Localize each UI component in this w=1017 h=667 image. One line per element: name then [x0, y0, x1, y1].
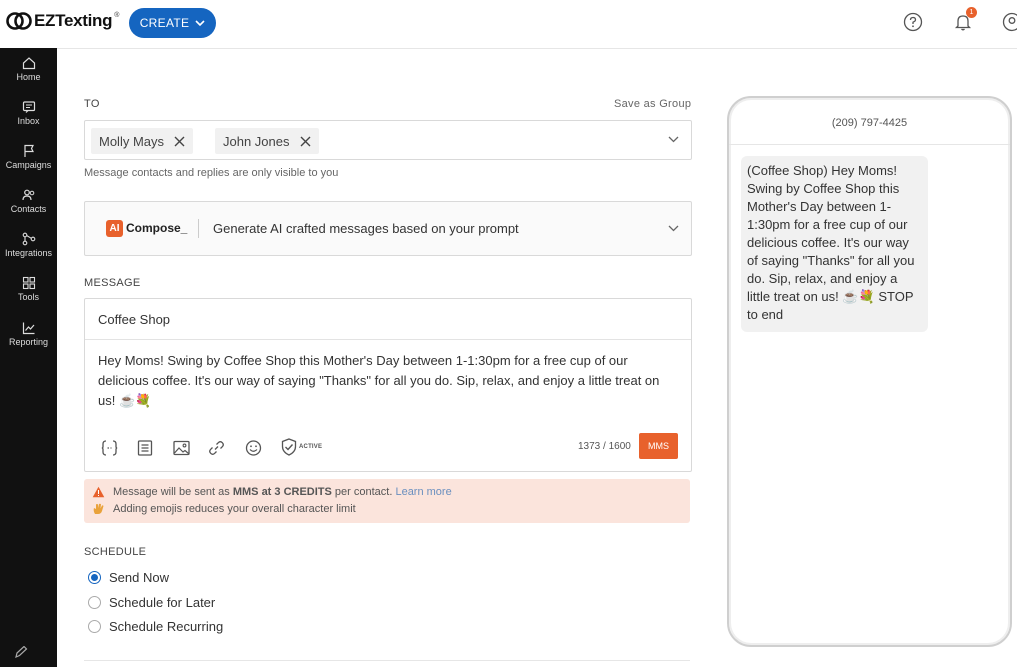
close-icon[interactable]: [174, 136, 185, 147]
message-bubble: (Coffee Shop) Hey Moms! Swing by Coffee …: [741, 156, 928, 332]
phone-preview: (209) 797-4425 (Coffee Shop) Hey Moms! S…: [727, 96, 1012, 647]
chevron-down-icon: [668, 225, 679, 232]
home-icon: [22, 57, 35, 70]
radio-button[interactable]: [88, 596, 101, 609]
merge-fields-icon[interactable]: [101, 440, 118, 461]
sidebar-item-home[interactable]: Home: [0, 56, 57, 82]
sidebar-item-inbox[interactable]: Inbox: [0, 100, 57, 126]
warning-icon: [92, 486, 105, 498]
sidebar-item-label: Home: [16, 72, 41, 82]
mms-warning-banner: Message will be sent as MMS at 3 CREDITS…: [84, 479, 690, 523]
chevron-down-icon[interactable]: [668, 136, 679, 143]
recipient-name: John Jones: [223, 133, 290, 149]
contacts-icon: [21, 189, 34, 201]
warning-credits: MMS at 3 CREDITS: [232, 486, 332, 498]
sidebar-item-label: Tools: [17, 292, 39, 302]
user-icon[interactable]: [1002, 12, 1017, 37]
emoji-icon[interactable]: [245, 440, 262, 461]
recipient-chip: John Jones: [215, 128, 319, 154]
active-label: ACTIVE: [299, 444, 323, 450]
phone-number: (209) 797-4425: [729, 98, 1010, 145]
to-label: TO: [84, 98, 100, 110]
recipient-chip: Molly Mays: [91, 128, 194, 154]
recipient-name: Molly Mays: [99, 133, 165, 149]
warning-text: Message will be sent as MMS at 3 CREDITS…: [113, 486, 452, 498]
help-icon[interactable]: [903, 12, 923, 37]
ai-compose-dropdown[interactable]: AI Compose_ Generate AI crafted messages…: [84, 201, 692, 256]
logo-text: EZTexting: [34, 11, 113, 30]
sidebar-item-label: Contacts: [10, 204, 47, 214]
logo-icon: [6, 11, 32, 31]
radio-schedule-later[interactable]: Schedule for Later: [88, 595, 215, 610]
create-button[interactable]: CREATE: [129, 8, 216, 38]
sidebar-item-integrations[interactable]: Integrations: [0, 232, 57, 258]
emoji-hand-icon: [93, 503, 104, 514]
compliance-check-icon[interactable]: ACTIVE: [280, 438, 322, 456]
chevron-down-icon: [195, 19, 205, 26]
template-icon[interactable]: [137, 440, 153, 461]
radio-schedule-recurring[interactable]: Schedule Recurring: [88, 619, 223, 634]
sidebar-item-campaigns[interactable]: Campaigns: [0, 144, 57, 170]
warning-line: Message will be sent as MMS at 3 CREDITS…: [92, 486, 452, 498]
sidebar-item-label: Inbox: [17, 116, 40, 126]
section-divider: [84, 660, 690, 661]
save-as-group-link[interactable]: Save as Group: [614, 98, 691, 110]
top-bar: EZTexting ® CREATE 1: [0, 0, 1017, 49]
character-counter: 1373 / 1600: [578, 441, 631, 452]
sidebar-item-label: Reporting: [8, 337, 49, 347]
tools-icon: [22, 276, 35, 290]
sidebar-item-label: Integrations: [4, 248, 53, 258]
message-title-input[interactable]: Coffee Shop: [85, 299, 691, 340]
message-title-value: Coffee Shop: [98, 312, 171, 327]
registered-mark: ®: [114, 11, 120, 19]
radio-button[interactable]: [88, 620, 101, 633]
message-label: MESSAGE: [84, 277, 141, 289]
recipients-field[interactable]: Molly Mays John Jones: [84, 120, 692, 160]
sidebar: Home Inbox Campaigns Contacts Integratio…: [0, 48, 57, 667]
sidebar-item-tools[interactable]: Tools: [0, 276, 57, 302]
radio-label: Schedule for Later: [109, 595, 216, 610]
mms-button[interactable]: MMS: [639, 433, 678, 459]
logo[interactable]: EZTexting ®: [6, 11, 119, 31]
sidebar-item-contacts[interactable]: Contacts: [0, 188, 57, 214]
warning-text-suffix: per contact.: [331, 486, 396, 498]
close-icon[interactable]: [300, 136, 311, 147]
compose-description: Generate AI crafted messages based on yo…: [213, 221, 519, 236]
compose-name: Compose_: [126, 221, 188, 235]
flag-icon: [23, 144, 34, 157]
emoji-warning-text: Adding emojis reduces your overall chara…: [113, 503, 356, 515]
chart-icon: [22, 322, 34, 335]
create-label: CREATE: [139, 16, 190, 30]
learn-more-link[interactable]: Learn more: [395, 486, 451, 498]
ai-icon: AI: [106, 220, 123, 237]
recipients-hint: Message contacts and replies are only vi…: [84, 167, 339, 179]
sidebar-item-reporting[interactable]: Reporting: [0, 321, 57, 347]
link-icon[interactable]: [208, 440, 225, 461]
sidebar-item-label: Campaigns: [5, 160, 52, 170]
warning-text-prefix: Message will be sent as: [113, 486, 233, 498]
notification-badge: 1: [966, 7, 977, 18]
inbox-icon: [22, 101, 35, 113]
edit-icon[interactable]: [14, 645, 28, 663]
schedule-label: SCHEDULE: [84, 546, 147, 558]
compose-divider: [198, 219, 199, 238]
radio-button-selected[interactable]: [88, 571, 101, 584]
radio-label: Schedule Recurring: [109, 619, 224, 634]
message-body-textarea[interactable]: Hey Moms! Swing by Coffee Shop this Moth…: [98, 351, 678, 411]
integrations-icon: [22, 232, 35, 246]
radio-send-now[interactable]: Send Now: [88, 570, 169, 585]
warning-line: Adding emojis reduces your overall chara…: [92, 503, 356, 515]
radio-label: Send Now: [109, 570, 169, 585]
image-icon[interactable]: [173, 440, 190, 461]
